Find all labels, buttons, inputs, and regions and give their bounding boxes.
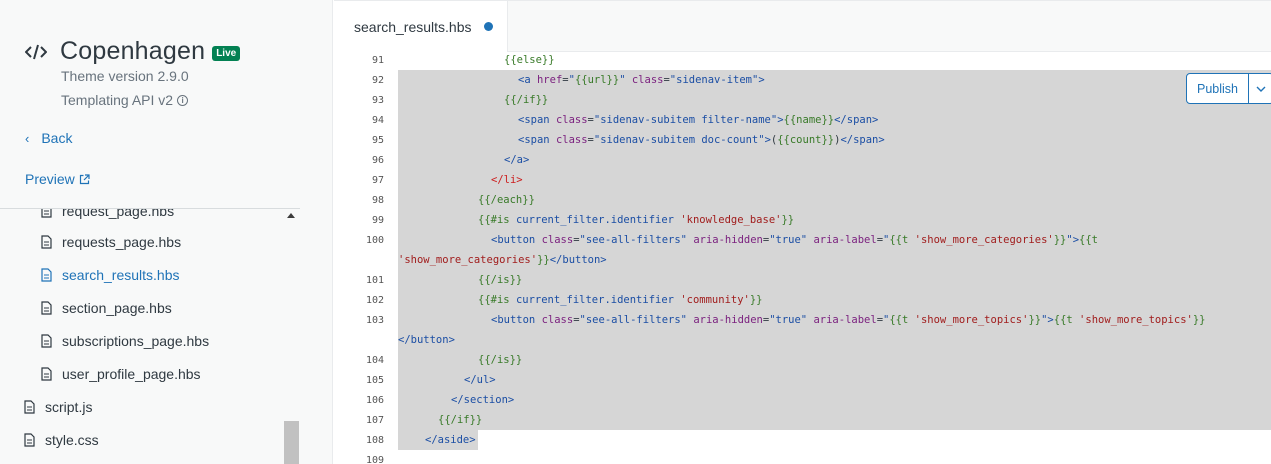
line-number: 107 [365,415,384,426]
code-line: </ul> [464,374,496,386]
tab-label: search_results.hbs [354,19,472,35]
publish-button-group: Publish [1186,73,1271,104]
theme-version: Theme version 2.9.0 [61,68,189,84]
code-line: {{/if}} [438,414,483,426]
line-number: 91 [371,55,384,66]
file-tree-scrollbar[interactable] [284,209,299,464]
file-item-user-profile-page[interactable]: user_profile_page.hbs [41,362,201,386]
file-name: requests_page.hbs [62,234,182,250]
code-editor[interactable]: 91 92 93 94 95 96 97 98 99 100 101 102 1… [334,52,1271,464]
live-badge: Live [212,46,241,61]
code-line: </button> [398,334,455,346]
code-line: 'show_more_categories'}}</button> [398,254,607,266]
line-number: 98 [371,195,384,206]
code-line: </aside> [425,434,476,446]
code-line: {{/if}} [504,94,549,106]
back-link[interactable]: ‹ Back [25,130,72,146]
file-item-search-results[interactable]: search_results.hbs [41,263,180,287]
code-line: </a> [504,154,530,166]
file-icon [41,268,52,282]
line-number: 99 [371,215,384,226]
line-number: 104 [365,355,384,366]
line-number: 100 [365,235,384,246]
code-line: {{/is}} [478,354,523,366]
file-name: script.js [45,399,93,415]
file-item-script-js[interactable]: script.js [24,395,92,419]
chevron-left-icon: ‹ [25,130,30,146]
line-number: 95 [371,135,384,146]
editor-tab-bar: search_results.hbs [334,0,1271,53]
line-number: 102 [365,295,384,306]
code-line: <span class="sidenav-subitem doc-count">… [518,134,885,146]
code-line: </section> [451,394,515,406]
line-number: 108 [365,435,384,446]
line-number: 97 [371,175,384,186]
file-icon [24,433,35,447]
publish-options-button[interactable] [1249,74,1271,103]
file-name: style.css [45,432,99,448]
line-number: 94 [371,115,384,126]
code-line: {{#is current_filter.identifier 'knowled… [478,214,795,226]
theme-sidebar: Copenhagen Live Theme version 2.9.0 Temp… [0,0,333,464]
code-line: {{else}} [504,54,555,66]
file-icon [24,400,35,414]
preview-label: Preview [25,171,75,187]
code-line: <span class="sidenav-subitem filter-name… [518,114,879,126]
file-name: search_results.hbs [62,267,180,283]
file-icon [41,334,52,348]
publish-button[interactable]: Publish [1187,74,1249,103]
tab-search-results[interactable]: search_results.hbs [334,1,508,53]
line-number: 103 [365,315,384,326]
code-line: {{#is current_filter.identifier 'communi… [478,294,763,306]
line-number: 106 [365,395,384,406]
line-number: 92 [371,75,384,86]
code-line: <a href="{{url}}" class="sidenav-item"> [518,74,765,86]
file-item-requests-page[interactable]: requests_page.hbs [41,230,181,254]
file-name: user_profile_page.hbs [62,366,201,382]
file-icon [41,301,52,315]
chevron-down-icon [1256,86,1266,92]
file-item-section-page[interactable]: section_page.hbs [41,296,172,320]
theme-header: Copenhagen Live [25,37,241,66]
file-name: section_page.hbs [62,300,172,316]
scroll-up-arrow-icon[interactable] [287,213,295,218]
line-number: 93 [371,95,384,106]
back-label: Back [41,130,73,146]
file-icon [41,209,52,218]
file-item-request-page[interactable]: request_page.hbs [41,208,175,223]
code-brackets-icon [25,44,47,59]
code-line: <button class="see-all-filters" aria-hid… [491,234,1098,246]
code-line: {{/is}} [478,274,523,286]
file-item-style-css[interactable]: style.css [24,428,99,452]
file-item-subscriptions-page[interactable]: subscriptions_page.hbs [41,329,209,353]
templating-api: Templating API v2 i [61,92,189,108]
line-number: 101 [365,275,384,286]
line-number: 105 [365,375,384,386]
code-line: {{/each}} [478,194,535,206]
preview-link[interactable]: Preview [25,171,90,187]
external-link-icon [79,173,90,184]
line-number: 109 [365,455,384,464]
unsaved-changes-dot [483,21,493,31]
line-number: 96 [371,155,384,166]
file-name: request_page.hbs [62,208,175,219]
scrollbar-thumb[interactable] [284,421,299,464]
file-icon [41,235,52,249]
code-line: </li> [491,174,523,186]
code-line: <button class="see-all-filters" aria-hid… [491,314,1206,326]
file-name: subscriptions_page.hbs [62,333,210,349]
templating-api-label: Templating API v2 [61,92,174,108]
theme-name: Copenhagen [60,37,206,65]
info-icon[interactable]: i [177,94,189,106]
file-icon [41,367,52,381]
file-tree: request_page.hbs requests_page.hbs searc… [0,208,300,464]
